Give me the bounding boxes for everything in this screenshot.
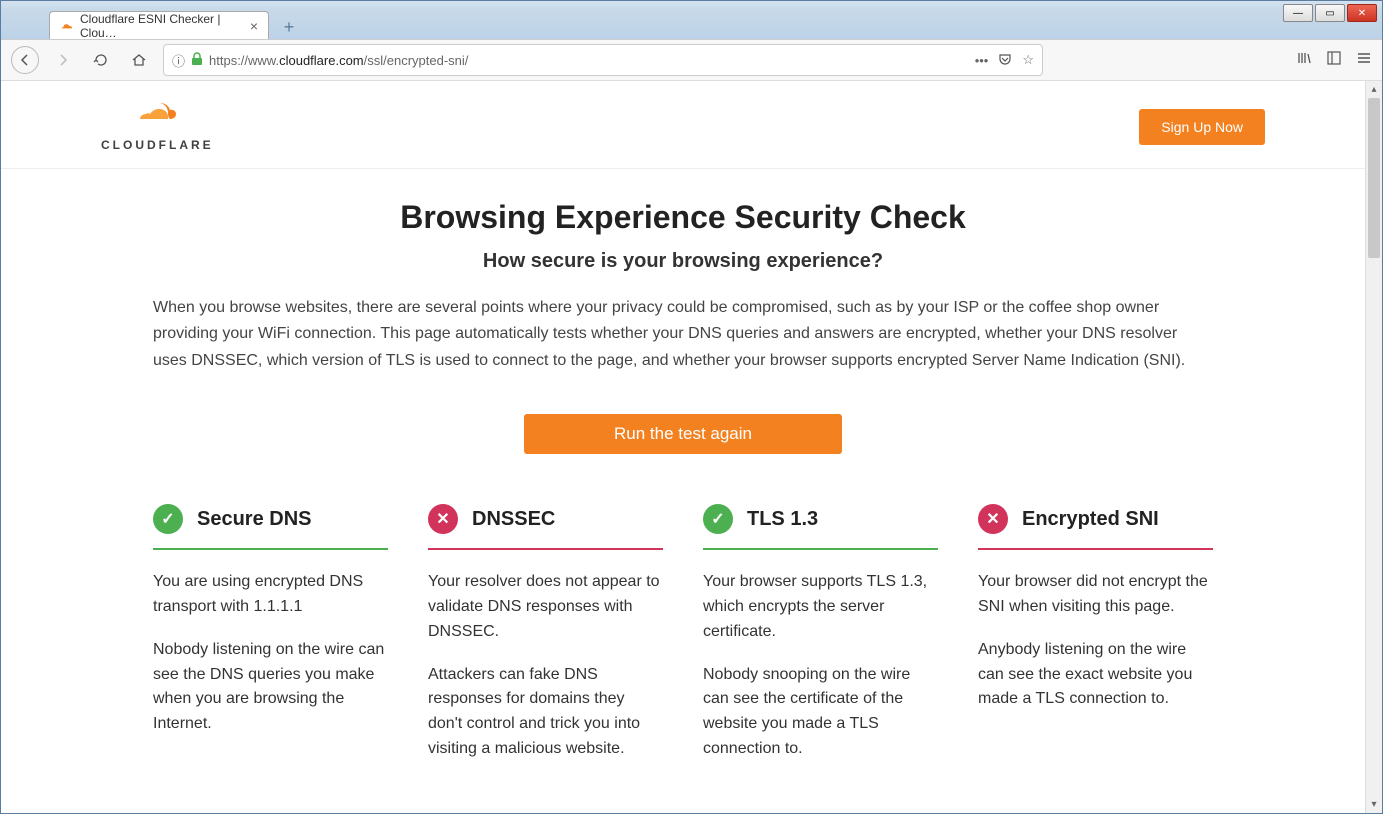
bookmark-icon[interactable]: ☆ [1022,52,1034,68]
x-icon: ✕ [428,504,458,534]
more-icon[interactable]: ••• [975,53,989,68]
result-detail: Attackers can fake DNS responses for dom… [428,663,663,762]
minimize-button[interactable]: — [1283,4,1313,22]
result-summary: Your resolver does not appear to validat… [428,570,663,644]
x-icon: ✕ [978,504,1008,534]
back-button[interactable] [11,46,39,74]
pocket-icon[interactable] [998,52,1012,69]
close-tab-icon[interactable]: × [250,18,258,34]
menu-icon[interactable] [1356,50,1372,71]
tab-bar: Cloudflare ESNI Checker | Clou… × + [1,9,1382,39]
result-title: Secure DNS [197,508,312,531]
result-title: TLS 1.3 [747,508,818,531]
check-icon: ✓ [153,504,183,534]
browser-tab-active[interactable]: Cloudflare ESNI Checker | Clou… × [49,11,269,39]
result-secure-dns: ✓ Secure DNS You are using encrypted DNS… [153,504,388,762]
scroll-thumb[interactable] [1368,98,1380,258]
check-icon: ✓ [703,504,733,534]
result-summary: You are using encrypted DNS transport wi… [153,570,388,620]
vertical-scrollbar[interactable]: ▴ ▾ [1365,81,1382,813]
address-bar[interactable]: ⓘ https://www.cloudflare.com/ssl/encrypt… [163,44,1043,76]
intro-text: When you browse websites, there are seve… [153,295,1213,374]
result-summary: Your browser did not encrypt the SNI whe… [978,570,1213,620]
new-tab-button[interactable]: + [277,15,301,39]
result-tls13: ✓ TLS 1.3 Your browser supports TLS 1.3,… [703,504,938,762]
home-button[interactable] [125,46,153,74]
lock-icon[interactable] [191,52,203,69]
cloud-icon [126,101,188,134]
result-title: Encrypted SNI [1022,508,1159,531]
page-subtitle: How secure is your browsing experience? [153,250,1213,273]
forward-button[interactable] [49,46,77,74]
info-icon[interactable]: ⓘ [172,51,185,70]
result-summary: Your browser supports TLS 1.3, which enc… [703,570,938,644]
logo-text: CLOUDFLARE [101,138,214,152]
reload-button[interactable] [87,46,115,74]
toolbar: ⓘ https://www.cloudflare.com/ssl/encrypt… [1,39,1382,81]
sidebar-icon[interactable] [1326,50,1342,71]
scroll-up-icon[interactable]: ▴ [1366,81,1382,98]
site-header: CLOUDFLARE Sign Up Now [1,81,1365,169]
cloudflare-favicon [60,19,74,33]
result-detail: Anybody listening on the wire can see th… [978,638,1213,712]
run-test-button[interactable]: Run the test again [524,414,842,454]
maximize-button[interactable]: ▭ [1315,4,1345,22]
url-text: https://www.cloudflare.com/ssl/encrypted… [209,53,969,68]
cloudflare-logo[interactable]: CLOUDFLARE [101,101,214,152]
scroll-down-icon[interactable]: ▾ [1366,796,1382,813]
titlebar [1,1,1382,9]
page-content: CLOUDFLARE Sign Up Now Browsing Experien… [1,81,1365,813]
window-controls: — ▭ ✕ [1283,4,1377,22]
result-detail: Nobody listening on the wire can see the… [153,638,388,737]
close-window-button[interactable]: ✕ [1347,4,1377,22]
tab-title: Cloudflare ESNI Checker | Clou… [80,12,240,40]
result-title: DNSSEC [472,508,555,531]
result-esni: ✕ Encrypted SNI Your browser did not enc… [978,504,1213,762]
page-title: Browsing Experience Security Check [153,199,1213,236]
library-icon[interactable] [1296,50,1312,71]
result-dnssec: ✕ DNSSEC Your resolver does not appear t… [428,504,663,762]
results-grid: ✓ Secure DNS You are using encrypted DNS… [153,504,1213,762]
result-detail: Nobody snooping on the wire can see the … [703,663,938,762]
signup-button[interactable]: Sign Up Now [1139,109,1265,145]
browser-window: — ▭ ✕ Cloudflare ESNI Checker | Clou… × … [0,0,1383,814]
